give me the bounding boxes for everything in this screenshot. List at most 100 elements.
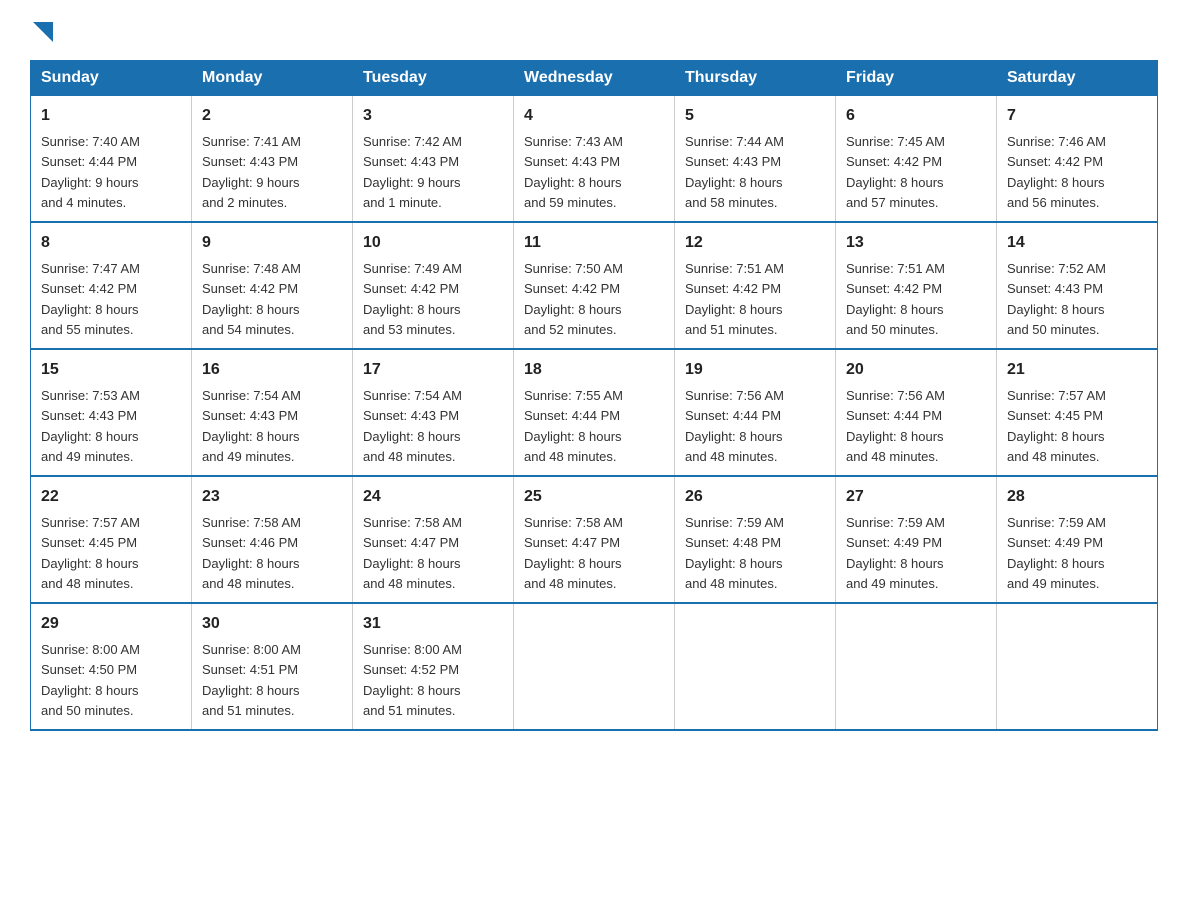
calendar-cell: 15 Sunrise: 7:53 AMSunset: 4:43 PMDaylig… <box>31 349 192 476</box>
calendar-cell: 27 Sunrise: 7:59 AMSunset: 4:49 PMDaylig… <box>836 476 997 603</box>
day-header-sunday: Sunday <box>31 61 192 96</box>
day-number: 7 <box>1007 104 1147 128</box>
calendar-cell: 2 Sunrise: 7:41 AMSunset: 4:43 PMDayligh… <box>192 96 353 223</box>
calendar-cell: 31 Sunrise: 8:00 AMSunset: 4:52 PMDaylig… <box>353 603 514 730</box>
day-info: Sunrise: 7:56 AMSunset: 4:44 PMDaylight:… <box>846 388 945 464</box>
calendar-cell: 13 Sunrise: 7:51 AMSunset: 4:42 PMDaylig… <box>836 222 997 349</box>
day-info: Sunrise: 7:58 AMSunset: 4:47 PMDaylight:… <box>363 515 462 591</box>
day-number: 5 <box>685 104 825 128</box>
day-number: 2 <box>202 104 342 128</box>
calendar-cell: 3 Sunrise: 7:42 AMSunset: 4:43 PMDayligh… <box>353 96 514 223</box>
day-info: Sunrise: 7:58 AMSunset: 4:46 PMDaylight:… <box>202 515 301 591</box>
day-info: Sunrise: 7:41 AMSunset: 4:43 PMDaylight:… <box>202 134 301 210</box>
day-header-wednesday: Wednesday <box>514 61 675 96</box>
calendar-week-row: 1 Sunrise: 7:40 AMSunset: 4:44 PMDayligh… <box>31 96 1158 223</box>
day-number: 31 <box>363 612 503 636</box>
calendar-cell: 23 Sunrise: 7:58 AMSunset: 4:46 PMDaylig… <box>192 476 353 603</box>
day-info: Sunrise: 7:43 AMSunset: 4:43 PMDaylight:… <box>524 134 623 210</box>
calendar-cell <box>514 603 675 730</box>
day-number: 4 <box>524 104 664 128</box>
day-number: 16 <box>202 358 342 382</box>
day-info: Sunrise: 7:54 AMSunset: 4:43 PMDaylight:… <box>202 388 301 464</box>
day-number: 6 <box>846 104 986 128</box>
calendar-week-row: 8 Sunrise: 7:47 AMSunset: 4:42 PMDayligh… <box>31 222 1158 349</box>
day-info: Sunrise: 7:46 AMSunset: 4:42 PMDaylight:… <box>1007 134 1106 210</box>
day-number: 12 <box>685 231 825 255</box>
calendar-cell: 30 Sunrise: 8:00 AMSunset: 4:51 PMDaylig… <box>192 603 353 730</box>
day-info: Sunrise: 7:48 AMSunset: 4:42 PMDaylight:… <box>202 261 301 337</box>
calendar-cell: 18 Sunrise: 7:55 AMSunset: 4:44 PMDaylig… <box>514 349 675 476</box>
day-number: 24 <box>363 485 503 509</box>
calendar-cell: 14 Sunrise: 7:52 AMSunset: 4:43 PMDaylig… <box>997 222 1158 349</box>
calendar-cell: 16 Sunrise: 7:54 AMSunset: 4:43 PMDaylig… <box>192 349 353 476</box>
day-number: 27 <box>846 485 986 509</box>
day-info: Sunrise: 7:57 AMSunset: 4:45 PMDaylight:… <box>41 515 140 591</box>
day-info: Sunrise: 7:57 AMSunset: 4:45 PMDaylight:… <box>1007 388 1106 464</box>
day-number: 19 <box>685 358 825 382</box>
day-info: Sunrise: 7:47 AMSunset: 4:42 PMDaylight:… <box>41 261 140 337</box>
calendar-cell <box>997 603 1158 730</box>
calendar-cell: 20 Sunrise: 7:56 AMSunset: 4:44 PMDaylig… <box>836 349 997 476</box>
calendar-cell: 10 Sunrise: 7:49 AMSunset: 4:42 PMDaylig… <box>353 222 514 349</box>
calendar-cell <box>675 603 836 730</box>
calendar-cell: 4 Sunrise: 7:43 AMSunset: 4:43 PMDayligh… <box>514 96 675 223</box>
day-header-monday: Monday <box>192 61 353 96</box>
day-number: 14 <box>1007 231 1147 255</box>
calendar-week-row: 29 Sunrise: 8:00 AMSunset: 4:50 PMDaylig… <box>31 603 1158 730</box>
day-info: Sunrise: 7:51 AMSunset: 4:42 PMDaylight:… <box>685 261 784 337</box>
day-info: Sunrise: 7:51 AMSunset: 4:42 PMDaylight:… <box>846 261 945 337</box>
day-info: Sunrise: 8:00 AMSunset: 4:51 PMDaylight:… <box>202 642 301 718</box>
day-info: Sunrise: 7:54 AMSunset: 4:43 PMDaylight:… <box>363 388 462 464</box>
calendar-cell: 24 Sunrise: 7:58 AMSunset: 4:47 PMDaylig… <box>353 476 514 603</box>
logo-triangle-icon <box>33 22 53 42</box>
calendar-cell: 22 Sunrise: 7:57 AMSunset: 4:45 PMDaylig… <box>31 476 192 603</box>
day-info: Sunrise: 7:50 AMSunset: 4:42 PMDaylight:… <box>524 261 623 337</box>
day-info: Sunrise: 8:00 AMSunset: 4:50 PMDaylight:… <box>41 642 140 718</box>
calendar-cell: 17 Sunrise: 7:54 AMSunset: 4:43 PMDaylig… <box>353 349 514 476</box>
day-header-saturday: Saturday <box>997 61 1158 96</box>
day-number: 29 <box>41 612 181 636</box>
calendar-cell <box>836 603 997 730</box>
day-number: 9 <box>202 231 342 255</box>
day-header-friday: Friday <box>836 61 997 96</box>
day-info: Sunrise: 7:53 AMSunset: 4:43 PMDaylight:… <box>41 388 140 464</box>
day-info: Sunrise: 7:49 AMSunset: 4:42 PMDaylight:… <box>363 261 462 337</box>
calendar-cell: 1 Sunrise: 7:40 AMSunset: 4:44 PMDayligh… <box>31 96 192 223</box>
page-header <box>30 20 1158 42</box>
calendar-cell: 11 Sunrise: 7:50 AMSunset: 4:42 PMDaylig… <box>514 222 675 349</box>
calendar-cell: 21 Sunrise: 7:57 AMSunset: 4:45 PMDaylig… <box>997 349 1158 476</box>
day-number: 18 <box>524 358 664 382</box>
day-number: 10 <box>363 231 503 255</box>
day-number: 30 <box>202 612 342 636</box>
day-number: 23 <box>202 485 342 509</box>
calendar-table: SundayMondayTuesdayWednesdayThursdayFrid… <box>30 60 1158 731</box>
calendar-cell: 29 Sunrise: 8:00 AMSunset: 4:50 PMDaylig… <box>31 603 192 730</box>
day-number: 8 <box>41 231 181 255</box>
calendar-week-row: 22 Sunrise: 7:57 AMSunset: 4:45 PMDaylig… <box>31 476 1158 603</box>
day-number: 3 <box>363 104 503 128</box>
calendar-cell: 6 Sunrise: 7:45 AMSunset: 4:42 PMDayligh… <box>836 96 997 223</box>
day-number: 22 <box>41 485 181 509</box>
day-info: Sunrise: 7:44 AMSunset: 4:43 PMDaylight:… <box>685 134 784 210</box>
day-info: Sunrise: 7:45 AMSunset: 4:42 PMDaylight:… <box>846 134 945 210</box>
day-number: 26 <box>685 485 825 509</box>
day-number: 28 <box>1007 485 1147 509</box>
day-number: 13 <box>846 231 986 255</box>
calendar-cell: 9 Sunrise: 7:48 AMSunset: 4:42 PMDayligh… <box>192 222 353 349</box>
calendar-cell: 5 Sunrise: 7:44 AMSunset: 4:43 PMDayligh… <box>675 96 836 223</box>
day-number: 20 <box>846 358 986 382</box>
day-number: 25 <box>524 485 664 509</box>
day-number: 1 <box>41 104 181 128</box>
day-number: 17 <box>363 358 503 382</box>
calendar-cell: 7 Sunrise: 7:46 AMSunset: 4:42 PMDayligh… <box>997 96 1158 223</box>
day-info: Sunrise: 7:59 AMSunset: 4:49 PMDaylight:… <box>846 515 945 591</box>
day-header-thursday: Thursday <box>675 61 836 96</box>
day-info: Sunrise: 7:56 AMSunset: 4:44 PMDaylight:… <box>685 388 784 464</box>
day-info: Sunrise: 7:42 AMSunset: 4:43 PMDaylight:… <box>363 134 462 210</box>
calendar-cell: 12 Sunrise: 7:51 AMSunset: 4:42 PMDaylig… <box>675 222 836 349</box>
day-info: Sunrise: 7:58 AMSunset: 4:47 PMDaylight:… <box>524 515 623 591</box>
calendar-cell: 8 Sunrise: 7:47 AMSunset: 4:42 PMDayligh… <box>31 222 192 349</box>
day-number: 15 <box>41 358 181 382</box>
logo <box>30 20 53 42</box>
day-number: 11 <box>524 231 664 255</box>
